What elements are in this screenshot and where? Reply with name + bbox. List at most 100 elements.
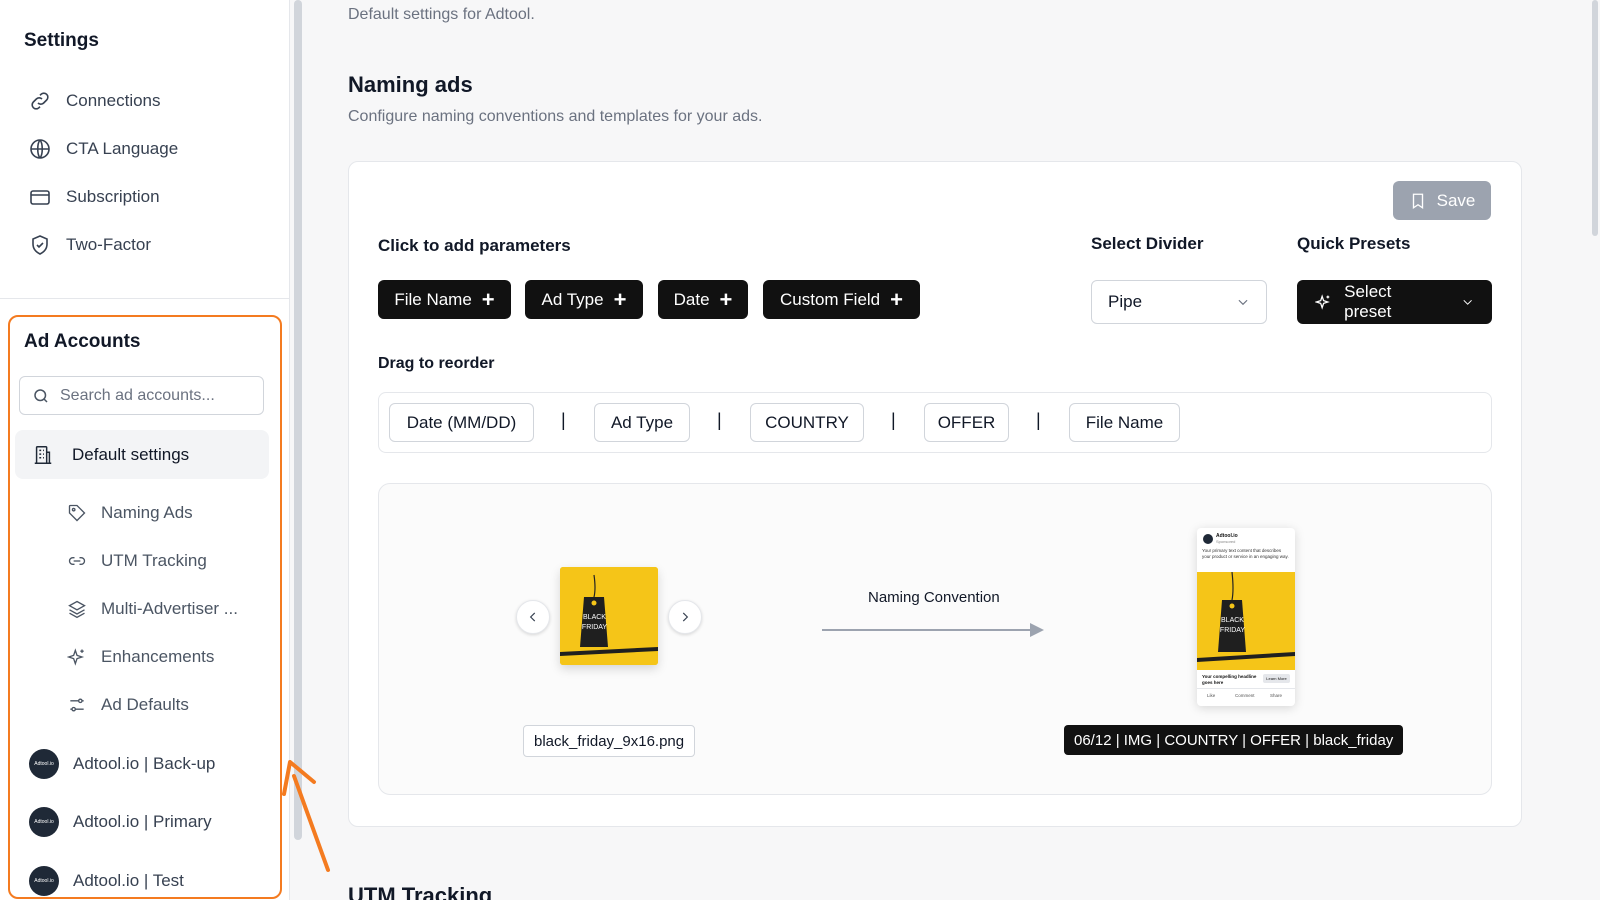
reorder-chip[interactable]: Ad Type (594, 403, 690, 442)
save-label: Save (1436, 190, 1476, 210)
arrow-right-icon (822, 623, 1044, 637)
add-file-name-button[interactable]: File Name + (378, 280, 511, 319)
phone-action: Comment (1235, 693, 1255, 698)
chevron-down-icon (1463, 299, 1472, 305)
phone-action: Share (1270, 693, 1283, 698)
reorder-chip[interactable]: OFFER (924, 403, 1009, 442)
sidebar-divider (0, 298, 289, 299)
creative-thumbnail: BLACK FRIDAY (560, 567, 658, 665)
link-icon (68, 557, 86, 565)
conversion-label: Naming Convention (868, 589, 1000, 606)
save-button[interactable]: Save (1393, 181, 1491, 220)
sidebar-item-label: Two-Factor (66, 235, 152, 254)
chevron-left-icon (529, 612, 536, 622)
sidebar-title: Settings (24, 30, 99, 51)
tag-icon (68, 504, 86, 522)
sub-item-naming-ads[interactable]: Naming Ads (67, 499, 193, 527)
thumb-text-line: FRIDAY (1219, 627, 1246, 634)
building-icon (34, 445, 52, 464)
plus-icon: + (481, 286, 495, 312)
sub-item-label: Multi-Advertiser ... (101, 599, 238, 618)
reorder-label: Drag to reorder (378, 355, 495, 372)
link-icon (31, 92, 49, 110)
bookmark-icon (1412, 193, 1423, 209)
add-custom-field-button[interactable]: Custom Field + (763, 280, 920, 319)
result-name-label: 06/12 | IMG | COUNTRY | OFFER | black_fr… (1064, 725, 1404, 755)
sub-item-label: Enhancements (101, 647, 215, 666)
plus-icon: + (719, 286, 733, 312)
reorder-chip[interactable]: File Name (1069, 403, 1180, 442)
param-label: Custom Field (780, 289, 881, 309)
sliders-icon (70, 698, 84, 712)
next-section-title: UTM Tracking (348, 883, 493, 900)
account-item[interactable]: Adtool.io Adtool.io | Back-up (29, 748, 215, 780)
sidebar-item-label: CTA Language (66, 139, 179, 158)
sub-item-enhancements[interactable]: Enhancements (67, 643, 214, 671)
phone-cta: Learn More (1263, 674, 1290, 683)
account-label: Adtool.io | Test (73, 871, 184, 890)
select-preset-button[interactable]: Select preset (1297, 280, 1492, 324)
reorder-chip[interactable]: Date (MM/DD) (389, 403, 534, 442)
section-description: Configure naming conventions and templat… (348, 108, 763, 125)
account-label: Adtool.io | Back-up (73, 754, 216, 773)
phone-body-text: Your primary text content that describes… (1202, 548, 1289, 559)
divider-pipe: | (561, 410, 566, 430)
avatar: Adtool.io (29, 807, 59, 837)
phone-sponsored: Sponsored (1216, 539, 1236, 544)
divider-pipe: | (891, 410, 896, 430)
page-scrollbar[interactable] (1592, 0, 1598, 236)
sparkles-icon (1315, 294, 1330, 310)
default-settings-item[interactable]: Default settings (15, 430, 269, 479)
search-ad-accounts[interactable] (19, 376, 264, 415)
default-settings-label: Default settings (72, 444, 190, 464)
divider-value: Pipe (1108, 292, 1143, 311)
globe-icon (30, 139, 50, 159)
divider-label: Select Divider (1091, 234, 1204, 253)
sidebar-item-two-factor[interactable]: Two-Factor (28, 230, 151, 260)
file-name-label: black_friday_9x16.png (523, 725, 696, 757)
account-item[interactable]: Adtool.io Adtool.io | Primary (29, 806, 212, 838)
chevron-right-icon (682, 612, 689, 622)
ad-preview-phone: Adtool.io Sponsored Your primary text co… (1197, 528, 1295, 706)
plus-icon: + (613, 286, 627, 312)
sidebar-scrollbar[interactable] (294, 0, 302, 840)
thumb-text-line: BLACK (1221, 617, 1244, 624)
params-label: Click to add parameters (378, 236, 571, 255)
presets-label: Quick Presets (1297, 234, 1411, 253)
sidebar-item-connections[interactable]: Connections (28, 86, 161, 116)
page-subtitle: Default settings for Adtool. (348, 6, 535, 23)
credit-card-icon (30, 190, 50, 205)
layers-icon (68, 600, 86, 619)
sidebar-item-cta-language[interactable]: CTA Language (28, 134, 178, 164)
avatar: Adtool.io (29, 866, 59, 896)
sub-item-label: Naming Ads (101, 503, 193, 522)
sub-item-ad-defaults[interactable]: Ad Defaults (67, 691, 189, 719)
search-icon (34, 388, 48, 403)
param-label: Date (673, 289, 710, 309)
account-item[interactable]: Adtool.io Adtool.io | Test (29, 865, 184, 897)
add-date-button[interactable]: Date + (658, 280, 748, 319)
divider-select[interactable]: Pipe (1091, 280, 1267, 324)
sparkles-icon (67, 648, 85, 666)
divider-pipe: | (717, 410, 722, 430)
phone-action: Like (1207, 693, 1216, 698)
sidebar-item-subscription[interactable]: Subscription (28, 182, 160, 212)
sidebar-item-label: Connections (66, 91, 161, 110)
ad-accounts-title: Ad Accounts (24, 331, 141, 352)
preset-label: Select preset (1344, 282, 1392, 321)
reorder-chip[interactable]: COUNTRY (750, 403, 864, 442)
divider-pipe: | (1036, 410, 1041, 430)
add-ad-type-button[interactable]: Ad Type + (525, 280, 643, 319)
search-input[interactable] (60, 386, 250, 405)
next-button[interactable] (668, 600, 702, 634)
plus-icon: + (890, 286, 903, 312)
annotation-arrow-icon (282, 760, 330, 872)
section-title: Naming ads (348, 72, 473, 97)
thumb-text-line: FRIDAY (581, 624, 608, 631)
account-label: Adtool.io | Primary (73, 812, 212, 831)
param-label: Ad Type (541, 289, 604, 309)
sub-item-utm-tracking[interactable]: UTM Tracking (67, 547, 207, 575)
prev-button[interactable] (516, 600, 550, 634)
thumb-text-line: BLACK (583, 614, 606, 621)
sub-item-multi-advertiser[interactable]: Multi-Advertiser ... (67, 595, 238, 623)
